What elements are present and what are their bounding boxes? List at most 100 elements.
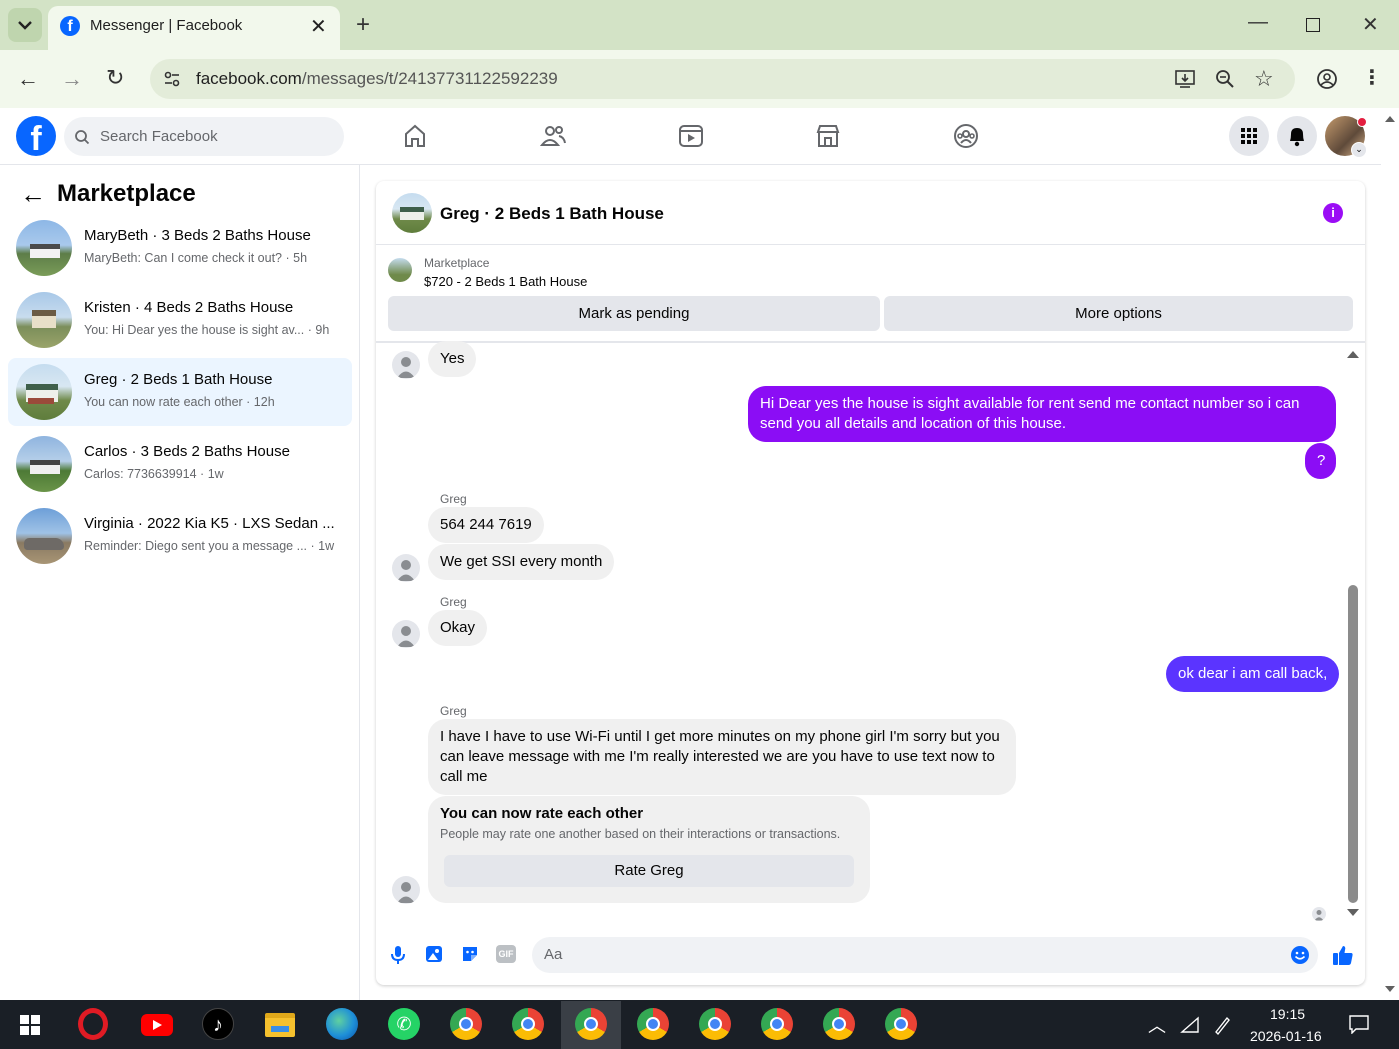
minimize-icon[interactable]: — [1248, 12, 1268, 32]
conversation-title: Greg · 2 Beds 1 Bath House [84, 371, 273, 388]
chrome-profile-icon[interactable] [450, 1008, 482, 1040]
chat-panel: Greg · 2 Beds 1 Bath House i Marketplace… [376, 181, 1365, 985]
scroll-up-icon[interactable] [1346, 349, 1360, 359]
notification-dot [1357, 117, 1367, 127]
chat-avatar[interactable] [392, 193, 432, 233]
edge-icon[interactable] [326, 1008, 358, 1040]
facebook-favicon-icon: f [60, 16, 80, 36]
url-domain: facebook.com [196, 69, 302, 88]
conversation-item[interactable]: Virginia · 2022 Kia K5 · LXS Sedan ... R… [8, 502, 352, 570]
browser-menu-icon[interactable]: ⋮ [1362, 68, 1382, 88]
search-box[interactable]: Search Facebook [64, 117, 344, 156]
back-icon[interactable]: ← [20, 179, 46, 210]
chrome-profile-icon[interactable] [823, 1008, 855, 1040]
window-close-icon[interactable]: ✕ [1362, 15, 1379, 35]
mark-pending-button[interactable]: Mark as pending [388, 296, 880, 331]
home-icon[interactable] [401, 122, 429, 150]
conversation-item[interactable]: Kristen · 4 Beds 2 Baths House You: Hi D… [8, 286, 352, 354]
chrome-profile-icon[interactable] [761, 1008, 793, 1040]
info-icon[interactable]: i [1323, 203, 1343, 223]
new-tab-icon[interactable]: + [356, 13, 370, 37]
listing-thumb [388, 258, 412, 282]
notifications-button[interactable] [1277, 116, 1317, 156]
chrome-profile-icon[interactable] [885, 1008, 917, 1040]
forward-arrow-icon[interactable]: → [61, 68, 83, 90]
chrome-profile-icon[interactable] [699, 1008, 731, 1040]
whatsapp-icon[interactable]: ✆ [388, 1008, 420, 1040]
chat-scrollbar-thumb[interactable] [1348, 585, 1358, 903]
zoom-icon[interactable] [1214, 68, 1236, 90]
message-bubble-incoming: Okay [428, 610, 488, 646]
reload-icon[interactable]: ↻ [106, 67, 124, 89]
conversation-title: MaryBeth · 3 Beds 2 Baths House [84, 227, 311, 244]
facebook-logo-icon[interactable]: f [16, 116, 56, 156]
profile-icon[interactable] [1316, 68, 1338, 90]
video-icon[interactable] [677, 122, 705, 150]
rate-card: You can now rate each other People may r… [428, 796, 870, 903]
page-scroll-up-icon[interactable] [1384, 115, 1396, 123]
notification-center-icon[interactable] [1348, 1014, 1370, 1034]
windows-start-icon[interactable] [20, 1015, 40, 1035]
rate-subtitle: People may rate one another based on the… [440, 827, 841, 841]
gif-icon[interactable]: GIF [496, 945, 516, 963]
more-options-button[interactable]: More options [884, 296, 1353, 331]
restore-icon[interactable] [1306, 18, 1320, 32]
search-input[interactable]: Search Facebook [100, 128, 218, 145]
conversation-item-active[interactable]: Greg · 2 Beds 1 Bath House You can now r… [8, 358, 352, 426]
chrome-profile-icon[interactable] [512, 1008, 544, 1040]
scroll-down-icon[interactable] [1346, 908, 1360, 918]
sender-avatar [392, 876, 420, 904]
microphone-icon[interactable] [388, 944, 408, 966]
listing-text[interactable]: $720 - 2 Beds 1 Bath House [424, 274, 587, 289]
bookmark-star-icon[interactable]: ☆ [1254, 66, 1274, 92]
chrome-profile-icon[interactable] [637, 1008, 669, 1040]
install-app-icon[interactable] [1174, 68, 1196, 90]
chat-title[interactable]: Greg · 2 Beds 1 Bath House [440, 204, 664, 224]
url-text: facebook.com/messages/t/2413773112259223… [196, 69, 558, 89]
conversation-item[interactable]: Carlos · 3 Beds 2 Baths House Carlos: 77… [8, 430, 352, 498]
clock-time[interactable]: 19:15 [1270, 1006, 1305, 1022]
back-arrow-icon[interactable]: ← [17, 68, 39, 90]
conversation-title: Carlos · 3 Beds 2 Baths House [84, 443, 290, 460]
friends-icon[interactable] [539, 122, 567, 150]
conversation-item[interactable]: MaryBeth · 3 Beds 2 Baths House MaryBeth… [8, 214, 352, 282]
youtube-icon[interactable] [141, 1014, 173, 1036]
site-info-icon[interactable] [162, 69, 182, 89]
message-bubble-outgoing: Hi Dear yes the house is sight available… [748, 386, 1336, 442]
account-chevron-icon[interactable]: ⌄ [1351, 142, 1367, 158]
conversation-preview: Reminder: Diego sent you a message ... ·… [84, 539, 335, 553]
tiktok-icon[interactable]: ♪ [202, 1008, 234, 1040]
chrome-profile-icon[interactable] [575, 1008, 607, 1040]
search-icon [75, 130, 90, 145]
groups-icon[interactable] [952, 122, 980, 150]
sticker-icon[interactable] [460, 944, 480, 964]
rate-title: You can now rate each other [440, 805, 644, 822]
sender-name: Greg [440, 595, 467, 609]
message-bubble-incoming: Yes [428, 341, 477, 377]
conversation-preview: You: Hi Dear yes the house is sight av..… [84, 323, 330, 337]
browser-tab[interactable]: f Messenger | Facebook ✕ [48, 6, 340, 50]
tray-chevron-icon[interactable]: ︿ [1148, 1012, 1166, 1038]
file-explorer-icon[interactable] [265, 1013, 295, 1037]
url-path: /messages/t/24137731122592239 [301, 69, 558, 88]
address-bar[interactable]: facebook.com/messages/t/2413773112259223… [150, 59, 1295, 99]
message-input[interactable]: Aa [532, 937, 1318, 973]
photo-icon[interactable] [424, 944, 444, 964]
like-thumb-icon[interactable] [1332, 944, 1354, 966]
conversation-preview: MaryBeth: Can I come check it out? · 5h [84, 251, 308, 265]
panel-heading: Marketplace [57, 180, 196, 207]
menu-grid-button[interactable] [1229, 116, 1269, 156]
pen-icon[interactable] [1212, 1014, 1232, 1036]
emoji-icon[interactable] [1290, 945, 1310, 965]
tab-close-icon[interactable]: ✕ [310, 14, 327, 39]
opera-icon[interactable] [78, 1008, 108, 1040]
account-avatar[interactable]: ⌄ [1325, 116, 1367, 158]
wifi-icon[interactable] [1180, 1016, 1200, 1034]
page-scroll-down-icon[interactable] [1384, 985, 1396, 993]
rate-button[interactable]: Rate Greg [444, 855, 854, 887]
tab-search-button[interactable] [8, 8, 42, 42]
marketplace-icon[interactable] [814, 122, 842, 150]
sender-name: Greg [440, 704, 467, 718]
conversation-preview: Carlos: 7736639914 · 1w [84, 467, 224, 481]
clock-date[interactable]: 2026-01-16 [1250, 1028, 1322, 1044]
